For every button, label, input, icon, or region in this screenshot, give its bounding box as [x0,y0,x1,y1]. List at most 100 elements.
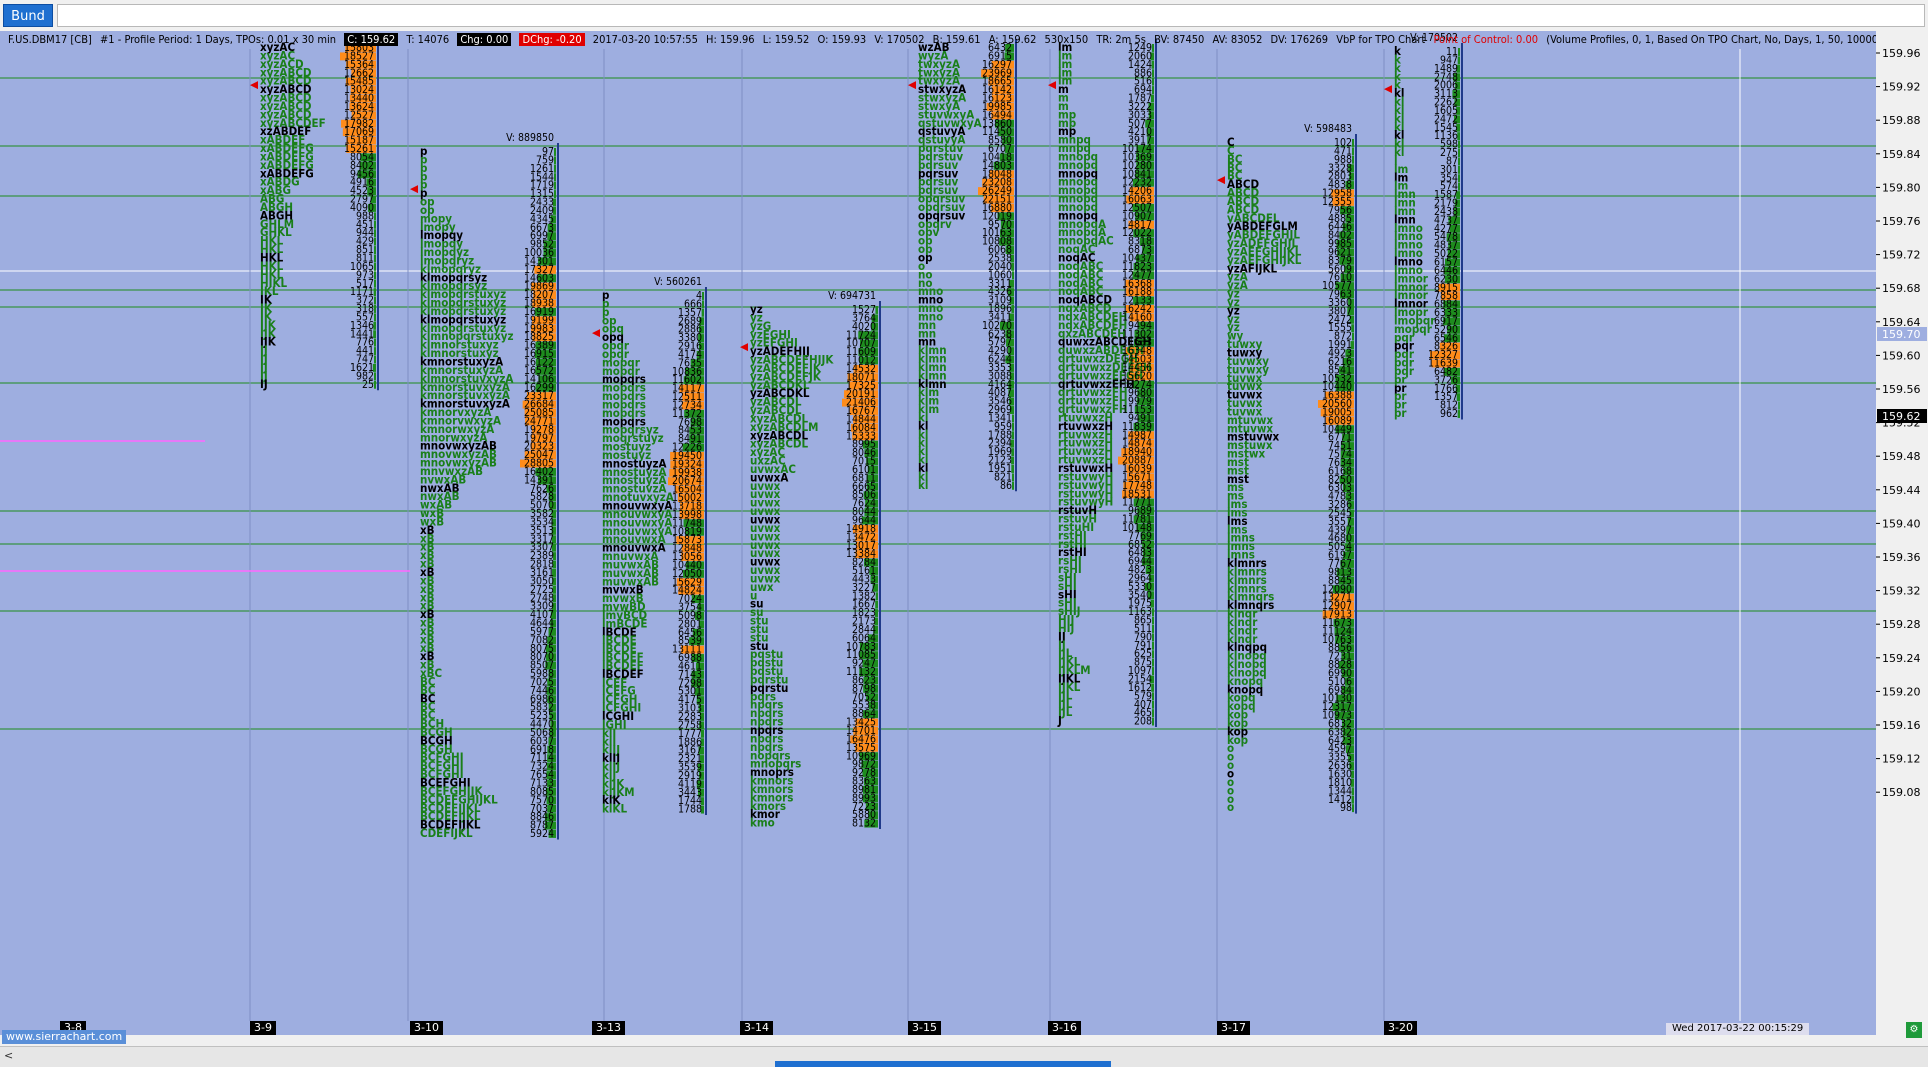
volume-bar [374,338,376,347]
tpo-letters: CDEFIJKL [420,826,473,840]
tab-bund[interactable]: Bund [3,4,53,27]
date-label: 3-14 [740,1021,773,1035]
volume-bar [1152,717,1154,726]
bid-label: B: 159.61 [932,33,981,46]
profile-3-9: xyzAC 15803xyzAC 18527xyzACD 15364xyzABCD 12… [250,39,379,391]
volume-bar [374,279,376,288]
volume-bar [1352,155,1354,164]
date-label: 3-10 [410,1021,443,1035]
profile-3-13: p 4p 666p 1357op 2689opq 2886opq 3380opqr 2916o… [592,276,707,816]
poc-marker [1217,176,1225,185]
price-tick-label: 159.40 [1882,517,1921,530]
profile-3-17: C 102C 471BC 988BC 3328BC 2803ABCD 4838ABCD 129… [1217,123,1357,814]
volume-bar [374,296,376,305]
volume-bar [1458,182,1460,191]
poc-marker [1048,81,1056,90]
scrollbar-thumb[interactable] [775,1061,1111,1067]
tpo-chart-area[interactable]: xyzAC 15803 xyzAC 18527 xyzACD 15364 xyzABCD 12… [0,31,1876,1033]
profile-total-volume: V: 560261 [654,276,702,288]
price-axis[interactable]: 159.96 159.92 159.88 159.84 159.80 159.76 159.… [1876,31,1928,1033]
chart-settings-icon[interactable]: ⚙ [1906,1022,1922,1038]
tpo-letters: kl [918,478,928,492]
volume-bar [1458,48,1460,56]
price-tick-label: 159.96 [1882,47,1921,60]
profile-3-14: yz 1527yz 3764yzG 4020yzEGHI 11724yzEFGHI 107… [740,290,881,830]
profile-3-10: p 97p 759p 1261p 1544p 1719p 1315op 2433op 2409m… [410,132,559,840]
tpo-letters: kmo [750,816,775,830]
poc-marker [1384,85,1392,94]
price-tick-label: 159.08 [1882,786,1921,799]
price-tick-label: 159.44 [1882,484,1921,497]
volume-bar [1352,804,1354,813]
chart-timestamp: Wed 2017-03-22 00:15:29 [1666,1023,1810,1035]
price-tick-label: 159.48 [1882,450,1921,463]
volume-bar [554,164,556,173]
volume-bar [1152,658,1154,667]
price-tick-label: 159.28 [1882,618,1921,631]
profile-total-volume: V: 598483 [1304,123,1352,135]
price-tick-label: 159.76 [1882,215,1921,228]
svg-text:159.62: 159.62 [1882,410,1921,423]
profile-3-16: lm 1249lm 2060lm 1424lm 886lm 516m 694m 1787m 32… [1048,39,1157,728]
bid-volume-label: BV: 87450 [1154,33,1205,46]
volume-bar [1152,700,1154,709]
volume-bar [1152,633,1154,642]
volume-bar [374,305,376,313]
volume-bar [1012,271,1014,280]
high-label: H: 159.96 [706,33,755,46]
date-label: 3-20 [1384,1021,1417,1035]
volume-bar [1012,414,1014,423]
volume-bar [1152,650,1154,659]
sierrachart-link[interactable]: www.sierrachart.com [2,1030,127,1044]
scroll-left-icon[interactable]: < [4,1049,13,1062]
price-tick-label: 159.16 [1882,719,1921,732]
poc-marker [410,185,418,194]
tpo-letters: J [1057,714,1062,728]
date-axis: 3-8 3-9 3-10 3-13 3-14 3-15 3-16 3-17 3-20 [0,1021,1876,1035]
price-tick-label: 159.24 [1882,652,1921,665]
date-label: 3-9 [250,1021,276,1035]
volume-bar [374,355,376,364]
poc-label: Point of Control: 0.00 [1433,33,1539,46]
price-tick-label: 159.72 [1882,249,1921,262]
volume-bar [1152,709,1154,718]
volume-bar [1152,692,1154,701]
volume-bar [374,229,376,238]
date-label: 3-15 [908,1021,941,1035]
horizontal-scrollbar[interactable]: < [0,1046,1928,1067]
volume-bar [374,220,376,229]
volume-bar [374,254,376,263]
volume-value: 98 [1340,802,1352,814]
close-badge: C: 159.62 [344,33,399,46]
volume-bar [374,237,376,246]
volume-value: 1788 [678,804,702,816]
volume-bar [374,271,376,280]
volume-bar [554,148,556,156]
volume-bar [1012,481,1014,490]
volume-bar [1152,86,1154,95]
ask-volume-label: AV: 83052 [1212,33,1263,46]
volume-bar [1352,147,1354,156]
timer-label: TR: 2m 5s [1096,33,1146,46]
profile-total-volume: V: 889850 [506,132,554,144]
volume-bar [553,181,556,190]
price-tick-label: 159.88 [1882,114,1921,127]
volume-value: 25 [362,379,374,391]
volume-bar [554,190,556,199]
volume-bar [1012,422,1014,431]
price-tick-label: 159.12 [1882,753,1921,766]
volume-bar [1152,667,1154,675]
price-tick-label: 159.64 [1882,316,1921,329]
tpo-letters: o [1227,800,1234,814]
volume-bar [1152,69,1154,78]
profile-3-15: wzAB 6432wyzA 6915twxyzA 16297twxyzA 23969tw… [908,39,1017,492]
volume-bar [373,262,376,271]
poc-marker [592,329,600,338]
open-label: O: 159.93 [817,33,867,46]
tab-strip-empty [57,4,1925,27]
volume-bar [702,300,704,309]
volume-bar [1152,616,1154,625]
volume-bar [1458,157,1460,166]
volume-bar [1151,608,1154,617]
ask-label: A: 159.62 [988,33,1037,46]
